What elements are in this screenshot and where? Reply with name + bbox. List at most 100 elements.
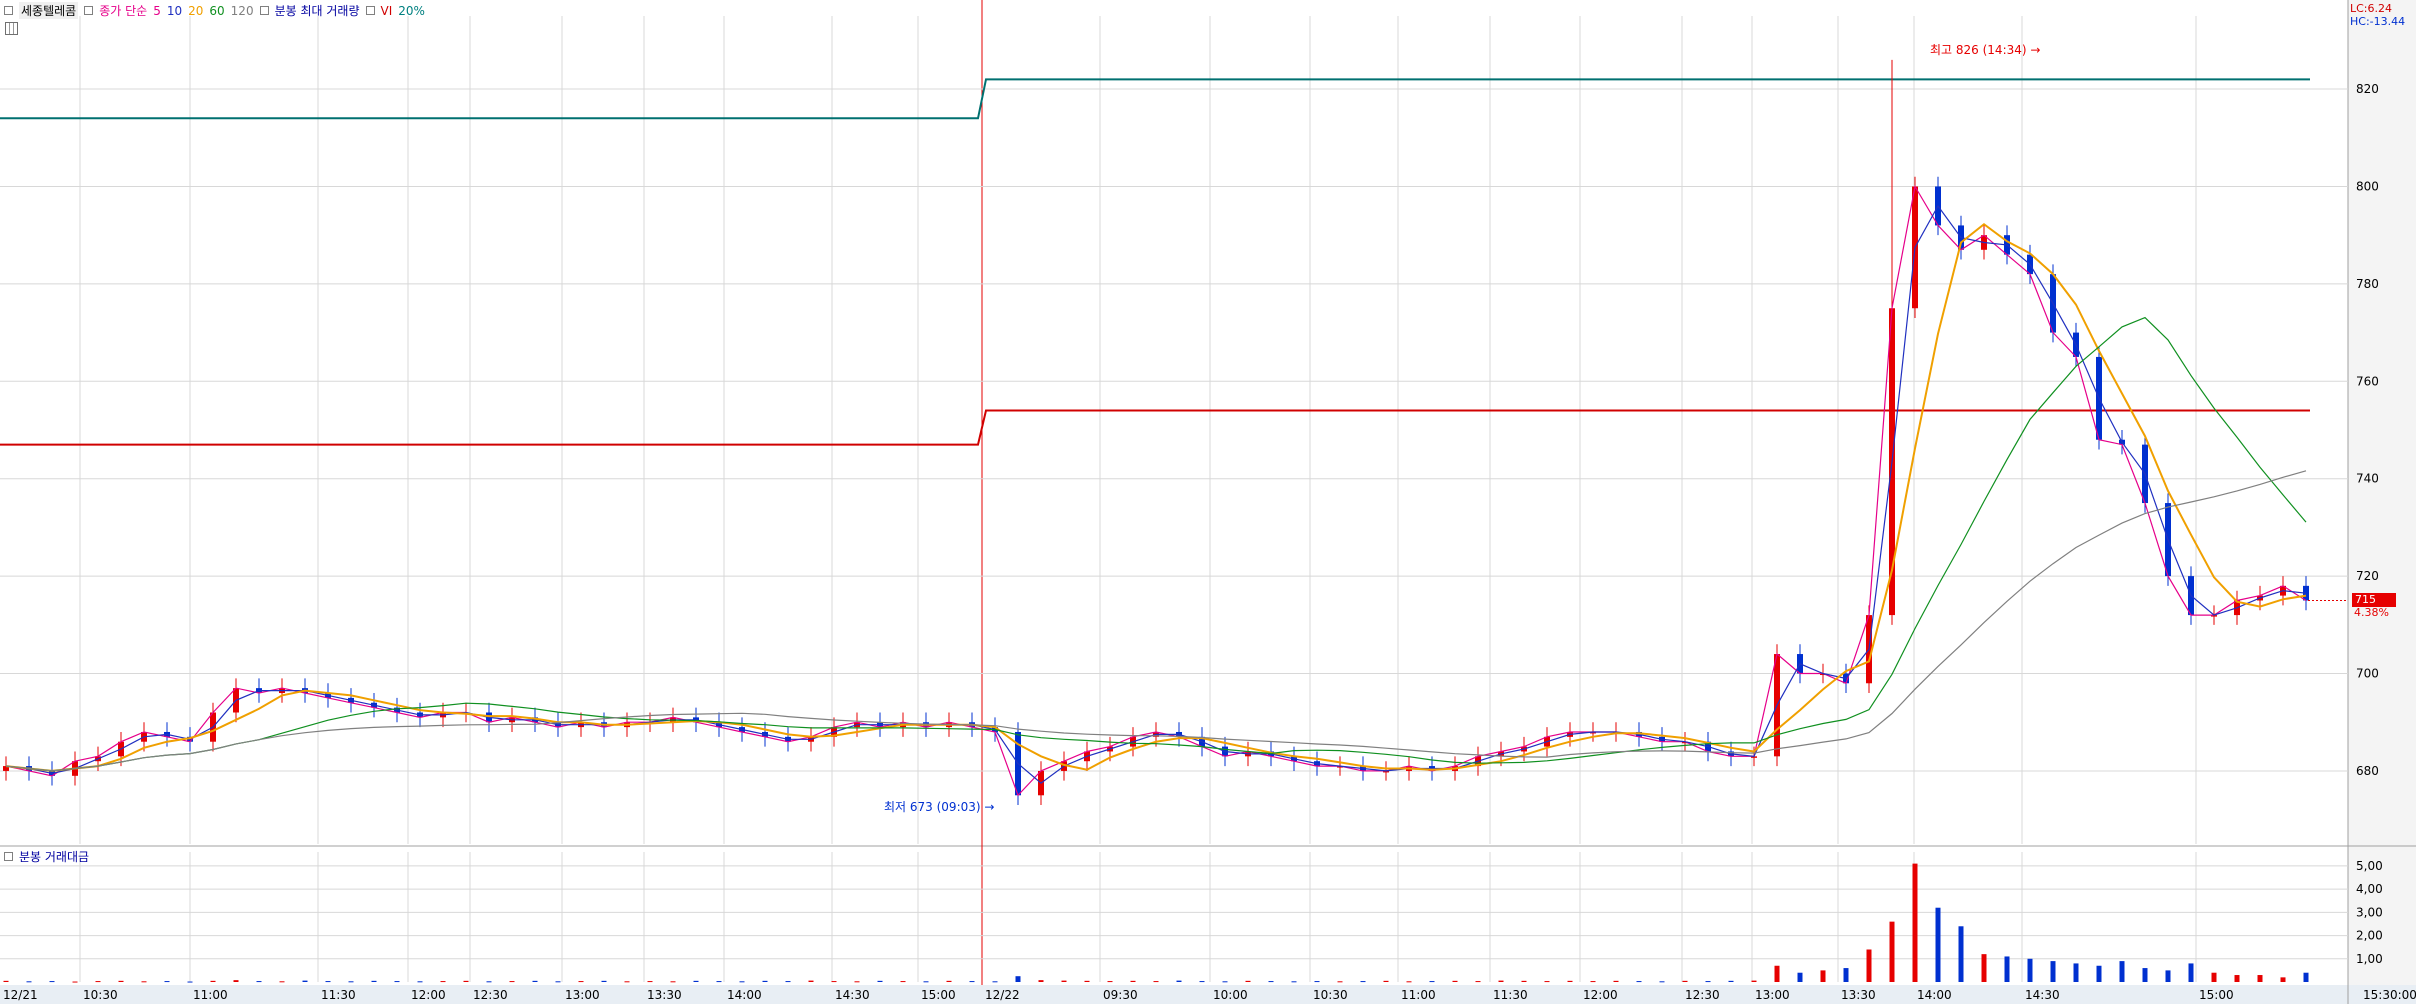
volume-legend-label[interactable]: 분봉 거래대금 [19, 848, 89, 865]
x-tick-label: 14:30 [835, 988, 870, 1002]
hc-label: HC:-13.44 [2350, 15, 2406, 28]
y-tick-label: 780 [2356, 277, 2379, 291]
stock-chart[interactable]: 12/21 10:30 11:00 11:30 12:00 12:30 13:00 13:30… [0, 0, 2416, 1004]
volume-bar [463, 980, 469, 982]
volume-bar [1015, 976, 1021, 982]
volume-bar [256, 981, 262, 983]
volume-bar [486, 981, 492, 983]
volume-bar [1935, 907, 1941, 982]
indicator-icon[interactable] [84, 6, 94, 15]
volume-bar [2050, 961, 2056, 982]
volume-bar [1452, 980, 1458, 982]
volume-bar [2257, 975, 2263, 982]
volume-bar [1544, 981, 1550, 983]
volume-bar [693, 980, 699, 982]
volume-bar [509, 981, 515, 983]
collapse-icon[interactable] [4, 852, 13, 861]
indicator-icon[interactable] [365, 6, 375, 15]
volume-bar [1314, 981, 1320, 983]
volume-bar [1268, 981, 1274, 983]
x-tick-label: 11:30 [1493, 988, 1528, 1002]
x-tick-label: 14:00 [727, 988, 762, 1002]
chart-background [0, 0, 2416, 1004]
volume-bar [969, 981, 975, 983]
volume-bar [532, 980, 538, 982]
volume-bar [2119, 961, 2125, 982]
volume-bar [26, 981, 32, 983]
volume-bar [808, 980, 814, 982]
lc-label: LC:6.24 [2350, 2, 2393, 15]
volume-bar [831, 981, 837, 983]
volume-bar [1866, 949, 1872, 982]
x-tick-label: 15:00 [921, 988, 956, 1002]
volume-bar [1797, 972, 1803, 982]
low-annotation: 최저 673 (09:03) → [884, 798, 994, 815]
volume-bar [1061, 980, 1067, 982]
volume-bar [164, 981, 170, 983]
y-tick-label: 720 [2356, 569, 2379, 583]
ma-10: 10 [166, 3, 183, 18]
stock-name[interactable]: 세종텔레콤 [19, 2, 79, 19]
volume-bar [2303, 972, 2309, 982]
volume-bar [923, 981, 929, 983]
ma-prefix[interactable]: 종가 단순 [99, 2, 147, 19]
volume-bar [210, 980, 216, 982]
volume-bar [1337, 981, 1343, 983]
volume-bar [670, 981, 676, 983]
x-tick-label: 10:00 [1213, 988, 1248, 1002]
volume-bar [1567, 980, 1573, 982]
vi-label[interactable]: VI [381, 4, 393, 18]
current-price-badge: 715 [2352, 593, 2396, 607]
x-tick-label: 13:00 [565, 988, 600, 1002]
collapse-icon[interactable] [4, 6, 13, 15]
current-change: 4.38% [2354, 606, 2389, 619]
volume-bar [1107, 981, 1113, 983]
chart-svg[interactable]: 12/21 10:30 11:00 11:30 12:00 12:30 13:00 13:30… [0, 0, 2416, 1004]
volume-bar [2280, 977, 2286, 982]
lc-hc-readout: LC:6.24 HC:-13.44 [2350, 2, 2405, 28]
volume-tick-label: 3,00 [2356, 905, 2383, 919]
volume-bar [72, 981, 78, 983]
x-tick-label: 12/21 [3, 988, 38, 1002]
max-volume-label[interactable]: 분봉 최대 거래량 [275, 2, 360, 19]
x-tick-label: 12:30 [1685, 988, 1720, 1002]
x-tick-label: 11:00 [1401, 988, 1436, 1002]
x-tick-label: 09:30 [1103, 988, 1138, 1002]
x-tick-label: 14:00 [1917, 988, 1952, 1002]
volume-bar [1521, 980, 1527, 982]
volume-bar [1475, 981, 1481, 983]
volume-bar [1176, 980, 1182, 982]
ma-120: 120 [230, 3, 254, 18]
volume-bar [785, 981, 791, 983]
volume-bar [348, 981, 354, 983]
x-tick-label: 13:00 [1755, 988, 1790, 1002]
x-tick-label: 13:30 [1841, 988, 1876, 1002]
volume-bar [141, 981, 147, 983]
volume-bar [601, 980, 607, 982]
indicator-icon[interactable] [259, 6, 269, 15]
y-tick-label: 700 [2356, 667, 2379, 681]
x-tick-label: 15:00 [2199, 988, 2234, 1002]
volume-bar [1659, 981, 1665, 983]
y-tick-label: 680 [2356, 764, 2379, 778]
x-tick-label: 10:30 [1313, 988, 1348, 1002]
volume-bar [1912, 863, 1918, 982]
arrow-right-icon: → [2026, 43, 2041, 57]
volume-bar [1038, 980, 1044, 982]
grid-icon[interactable] [5, 22, 18, 35]
volume-bar [118, 980, 124, 982]
volume-bar [624, 981, 630, 983]
volume-bar [1590, 981, 1596, 983]
volume-bar [1130, 980, 1136, 982]
volume-bar [1728, 980, 1734, 982]
volume-bar [946, 980, 952, 982]
x-tick-label: 12:00 [1583, 988, 1618, 1002]
volume-bar [325, 981, 331, 983]
volume-bar [1406, 981, 1412, 983]
volume-bar [739, 981, 745, 983]
high-annotation-text: 최고 826 (14:34) [1930, 43, 2027, 57]
volume-bar [1383, 980, 1389, 982]
volume-bar [555, 981, 561, 983]
high-annotation: 최고 826 (14:34) → [1930, 41, 2040, 58]
x-tick-label: 12:00 [411, 988, 446, 1002]
